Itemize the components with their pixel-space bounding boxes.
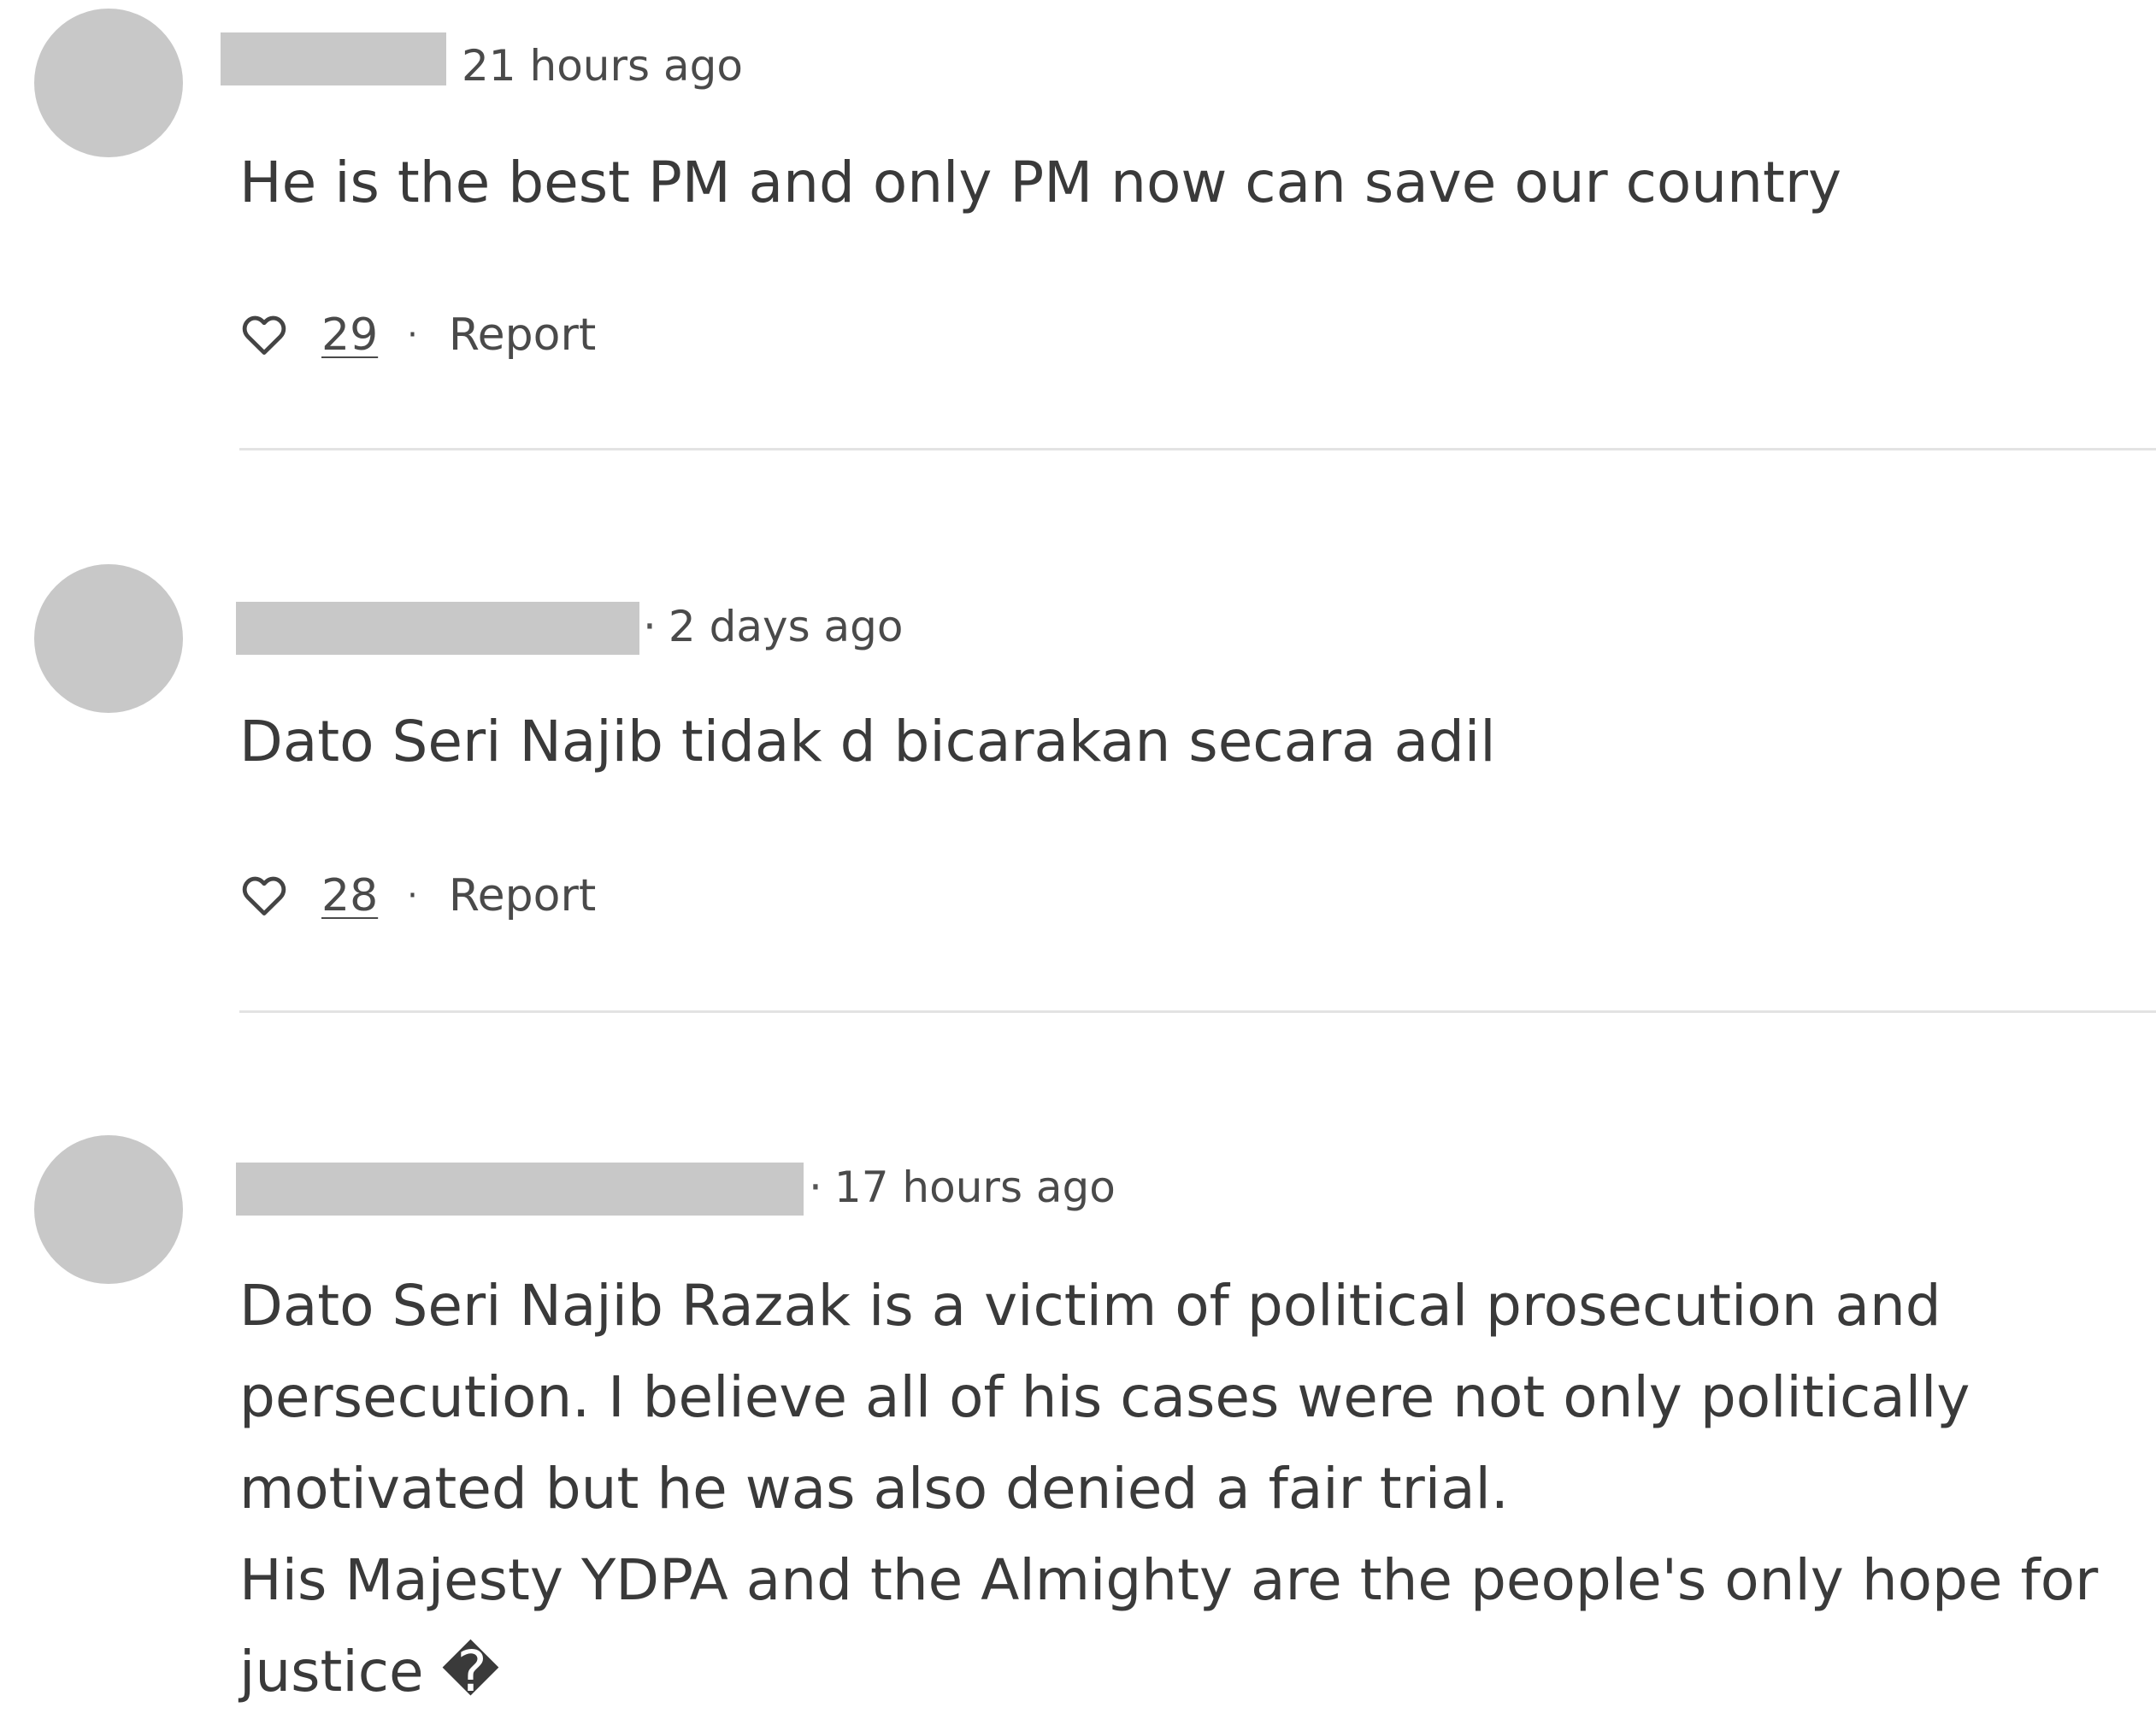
comment-meta: 21 hours ago [462, 39, 743, 92]
heart-icon[interactable] [239, 310, 289, 360]
comment-text: Dato Seri Najib Razak is a victim of pol… [239, 1273, 2099, 1704]
meta-separator: · [809, 1163, 822, 1212]
action-separator: · [407, 876, 418, 915]
avatar[interactable] [34, 9, 183, 157]
comment: · 17 hours ago Dato Seri Najib Razak is a… [0, 1111, 2156, 1725]
comment-text: He is the best PM and only PM now can sa… [239, 150, 1842, 215]
comment: · 2 days ago Dato Seri Najib tidak d bica… [0, 530, 2156, 1009]
timestamp: 2 days ago [668, 602, 904, 651]
avatar[interactable] [34, 1135, 183, 1284]
like-count[interactable]: 29 [321, 309, 378, 361]
timestamp: 17 hours ago [834, 1163, 1116, 1212]
report-link[interactable]: Report [449, 309, 596, 361]
comment-actions: 29 · Report [239, 301, 596, 369]
action-separator: · [407, 315, 418, 355]
comment: 21 hours ago He is the best PM and only … [0, 0, 2156, 462]
report-link[interactable]: Report [449, 870, 596, 921]
username-redacted[interactable] [236, 1163, 804, 1216]
comment-text: Dato Seri Najib tidak d bicarakan secara… [239, 709, 1496, 774]
comment-actions: 28 · Report [239, 862, 596, 930]
heart-icon[interactable] [239, 871, 289, 921]
username-redacted[interactable] [221, 32, 446, 85]
timestamp: 21 hours ago [462, 41, 743, 91]
avatar[interactable] [34, 564, 183, 713]
divider [239, 1010, 2156, 1013]
comment-meta: · 2 days ago [643, 600, 904, 653]
meta-separator: · [643, 602, 657, 651]
username-redacted[interactable] [236, 602, 639, 655]
like-count[interactable]: 28 [321, 870, 378, 921]
divider [239, 448, 2156, 450]
comment-meta: · 17 hours ago [809, 1161, 1116, 1214]
